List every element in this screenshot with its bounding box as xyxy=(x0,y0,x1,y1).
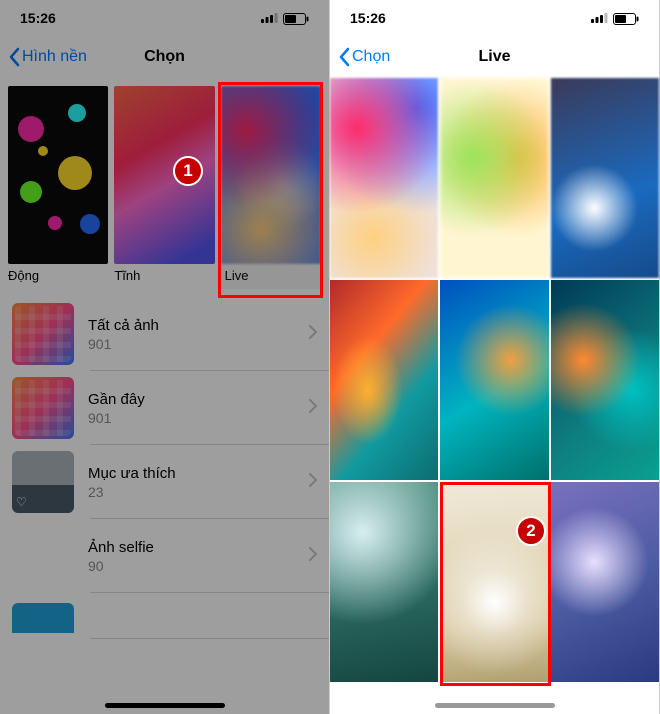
nav-bar: Chọn Live xyxy=(330,36,659,78)
live-wallpaper-4[interactable] xyxy=(330,280,438,480)
album-list: Tất cả ảnh 901 Gần đây 901 ♡ Mục ưa thíc… xyxy=(0,297,329,639)
album-name: Ảnh selfie xyxy=(88,539,154,556)
live-wallpaper-9[interactable] xyxy=(551,482,659,682)
album-thumb xyxy=(12,303,74,365)
category-dynamic-label: Động xyxy=(8,264,108,291)
chevron-right-icon xyxy=(309,547,317,566)
chevron-left-icon xyxy=(8,47,20,67)
category-still[interactable]: Tĩnh xyxy=(114,86,214,291)
album-row-recent[interactable]: Gần đây 901 xyxy=(0,371,329,445)
album-thumb xyxy=(12,525,74,587)
category-dynamic[interactable]: Động xyxy=(8,86,108,291)
status-time: 15:26 xyxy=(20,10,56,26)
page-title: Chọn xyxy=(144,48,185,66)
step1-badge: 1 xyxy=(173,156,203,186)
signal-icon xyxy=(591,10,608,26)
category-dynamic-thumb xyxy=(8,86,108,264)
live-wallpaper-7[interactable] xyxy=(330,482,438,682)
status-indicators xyxy=(261,10,309,26)
category-live-label: Live xyxy=(221,264,321,289)
album-count: 23 xyxy=(88,484,176,500)
live-wallpaper-3[interactable] xyxy=(551,78,659,278)
album-count: 901 xyxy=(88,410,145,426)
back-label: Hình nền xyxy=(22,48,87,66)
album-name: Tất cả ảnh xyxy=(88,317,159,334)
category-live-thumb xyxy=(221,86,321,264)
album-name: Mục ưa thích xyxy=(88,465,176,482)
status-bar: 15:26 xyxy=(0,0,329,36)
chevron-right-icon xyxy=(309,473,317,492)
category-still-label: Tĩnh xyxy=(114,264,214,291)
category-live[interactable]: Live xyxy=(221,86,321,291)
nav-bar: Hình nền Chọn xyxy=(0,36,329,78)
album-thumb xyxy=(12,603,74,633)
back-button[interactable]: Hình nền xyxy=(8,47,87,67)
live-wallpaper-6[interactable] xyxy=(551,280,659,480)
back-label: Chọn xyxy=(352,48,390,66)
live-wallpaper-5[interactable] xyxy=(440,280,548,480)
home-indicator[interactable] xyxy=(105,703,225,708)
album-row-selfie[interactable]: Ảnh selfie 90 xyxy=(0,519,329,593)
status-indicators xyxy=(591,10,639,26)
chevron-right-icon xyxy=(309,325,317,344)
album-thumb: ♡ xyxy=(12,451,74,513)
signal-icon xyxy=(261,10,278,26)
home-indicator[interactable] xyxy=(435,703,555,708)
live-wallpaper-8[interactable] xyxy=(440,482,548,682)
chevron-right-icon xyxy=(309,399,317,418)
battery-icon xyxy=(613,10,639,26)
album-row-partial[interactable] xyxy=(0,593,329,639)
heart-icon: ♡ xyxy=(16,495,27,509)
battery-icon xyxy=(283,10,309,26)
wallpaper-category-row: Động Tĩnh Live xyxy=(0,78,329,291)
status-bar: 15:26 xyxy=(330,0,659,36)
screen-choose-wallpaper: 15:26 Hình nền Chọn xyxy=(0,0,330,714)
chevron-left-icon xyxy=(338,47,350,67)
album-row-favorites[interactable]: ♡ Mục ưa thích 23 xyxy=(0,445,329,519)
live-wallpaper-grid xyxy=(330,78,659,682)
album-count: 90 xyxy=(88,558,154,574)
live-wallpaper-1[interactable] xyxy=(330,78,438,278)
album-name: Gần đây xyxy=(88,391,145,408)
album-row-all[interactable]: Tất cả ảnh 901 xyxy=(0,297,329,371)
page-title: Live xyxy=(478,48,510,66)
status-time: 15:26 xyxy=(350,10,386,26)
live-wallpaper-2[interactable] xyxy=(440,78,548,278)
album-thumb xyxy=(12,377,74,439)
screen-live-wallpapers: 15:26 Chọn Live 2 xyxy=(330,0,660,714)
album-count: 901 xyxy=(88,336,159,352)
step2-badge: 2 xyxy=(516,516,546,546)
back-button[interactable]: Chọn xyxy=(338,47,390,67)
